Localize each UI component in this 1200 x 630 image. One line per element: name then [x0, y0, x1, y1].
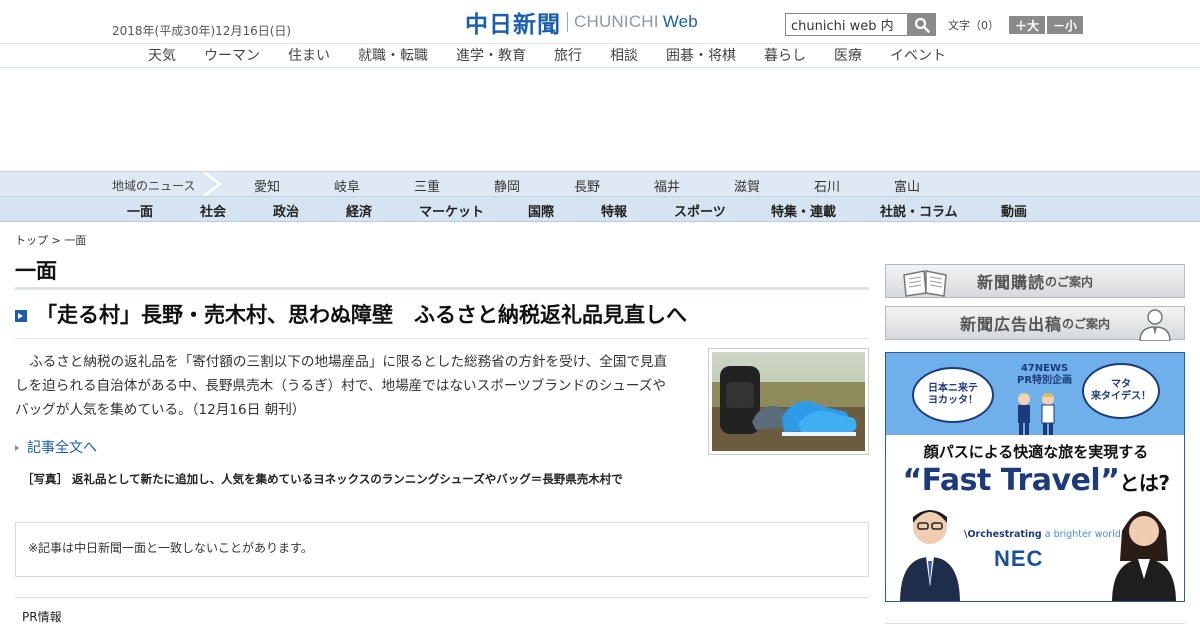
advertise-suffix: のご案内: [1062, 316, 1111, 331]
category-item[interactable]: 天気: [148, 45, 176, 65]
region-item[interactable]: 石川: [814, 176, 894, 195]
sidebar-divider: [885, 623, 1185, 624]
category-item[interactable]: 囲碁・将棋: [666, 45, 736, 65]
title-divider: [15, 287, 869, 290]
header-date: 2018年(平成30年)12月16日(日): [112, 24, 292, 38]
site-search: [785, 13, 936, 36]
region-item[interactable]: 三重: [414, 176, 494, 195]
article-photo[interactable]: [708, 348, 869, 455]
category-item[interactable]: 就職・転職: [358, 45, 428, 65]
advertise-label: 新聞広告出稿: [959, 315, 1062, 334]
advertise-button[interactable]: 新聞広告出稿 のご案内: [885, 306, 1185, 341]
category-item[interactable]: ウーマン: [204, 45, 260, 65]
search-input[interactable]: [785, 13, 907, 36]
region-item[interactable]: 岐阜: [334, 176, 414, 195]
man-portrait: [900, 510, 960, 601]
article-headline[interactable]: 「走る村」長野・売木村、思わぬ障壁 ふるさと納税返礼品見直しへ: [36, 299, 687, 329]
ad-headline: 顔パスによる快適な旅を実現する: [923, 443, 1149, 461]
breadcrumb-home[interactable]: トップ: [15, 234, 48, 247]
ad-tagline: \Orchestrating a brighter world: [964, 529, 1121, 540]
category-item[interactable]: イベント: [890, 45, 946, 65]
breadcrumb-separator: >: [48, 234, 65, 247]
headline-divider: [15, 338, 869, 339]
category-item[interactable]: 進学・教育: [456, 45, 526, 65]
logo-divider: [567, 12, 568, 32]
region-item[interactable]: 愛知: [254, 176, 334, 195]
article-lead: ふるさと納税の返礼品を「寄付額の三割以下の地場産品」に限るとした総務省の方針を受…: [15, 354, 668, 418]
photo-caption: ［写真］ 返礼品として新たに追加し、人気を集めているヨネックスのランニングシュー…: [22, 472, 623, 486]
pr-divider: [15, 597, 869, 598]
section-item[interactable]: 経済: [346, 201, 372, 220]
ad-brand: NEC: [994, 546, 1044, 571]
font-size-label: 文字（0）: [948, 19, 999, 32]
page-title: 一面: [15, 259, 57, 283]
region-item[interactable]: 福井: [654, 176, 734, 195]
section-item[interactable]: 社会: [200, 201, 226, 220]
article-note: ※記事は中日新聞一面と一致しないことがあります。: [15, 522, 869, 577]
search-button[interactable]: [907, 13, 936, 36]
section-item[interactable]: 国際: [528, 201, 554, 220]
category-item[interactable]: 相談: [610, 45, 638, 65]
region-arrow-icon: [203, 172, 223, 196]
region-label: 地域のニュース: [112, 179, 196, 193]
book-icon: [903, 270, 947, 297]
section-item[interactable]: マーケット: [419, 201, 484, 220]
ad-news-label: 47NEWS PR特別企画: [1017, 363, 1073, 386]
font-size-control: 文字（0） ＋大 －小: [948, 16, 1084, 34]
ad-bubble-left: 日本ニ来テ ヨカッタ！: [912, 367, 994, 423]
region-item[interactable]: 静岡: [494, 176, 574, 195]
shoes-and-bag-photo: [712, 352, 865, 451]
pr-heading: PR情報: [22, 610, 62, 624]
sidebar-ad[interactable]: 日本ニ来テ ヨカッタ！ マタ 来タイデス！ 47NEWS PR特別企画 顔パスによ…: [885, 352, 1185, 602]
section-item[interactable]: 政治: [273, 201, 299, 220]
font-larger-button[interactable]: ＋大: [1009, 16, 1046, 34]
section-item[interactable]: 特報: [601, 201, 627, 220]
font-smaller-button[interactable]: －小: [1047, 16, 1084, 34]
category-item[interactable]: 暮らし: [764, 45, 806, 65]
subscribe-button[interactable]: 新聞購読 のご案内: [885, 264, 1185, 298]
section-item[interactable]: スポーツ: [674, 201, 726, 220]
ad-title: “Fast Travel”とは?: [902, 463, 1170, 498]
section-item[interactable]: 特集・連載: [771, 201, 836, 220]
breadcrumb-current: 一面: [64, 234, 87, 247]
region-item[interactable]: 長野: [574, 176, 654, 195]
read-more-link[interactable]: 記事全文へ: [15, 437, 97, 457]
person-icon: [1139, 309, 1171, 341]
search-icon: [914, 17, 930, 33]
logo-english: CHUNICHI Web: [574, 12, 698, 31]
woman-portrait: [1112, 511, 1176, 601]
region-item[interactable]: 滋賀: [734, 176, 814, 195]
logo-japanese: 中日新聞: [465, 12, 561, 38]
region-nav: 地域のニュース 愛知 岐阜 三重 静岡 長野 福井 滋賀 石川 富山: [0, 171, 1200, 197]
subscribe-label: 新聞購読: [976, 273, 1045, 292]
travelers-illustration: [1018, 393, 1055, 435]
headline-arrow-icon: [15, 310, 27, 322]
site-header: 2018年(平成30年)12月16日(日) 中日新聞 CHUNICHIWeb 文…: [0, 0, 1200, 43]
category-item[interactable]: 医療: [834, 45, 862, 65]
breadcrumb: トップ > 一面: [15, 232, 86, 248]
section-item[interactable]: 一面: [127, 201, 153, 220]
triangle-right-icon: [15, 445, 19, 451]
subscribe-suffix: のご案内: [1045, 274, 1094, 289]
section-nav: 一面 社会 政治 経済 マーケット 国際 特報 スポーツ 特集・連載 社説・コラム 動画: [0, 197, 1200, 222]
read-more-label: 記事全文へ: [27, 440, 97, 456]
region-item[interactable]: 富山: [894, 176, 974, 195]
category-item[interactable]: 旅行: [554, 45, 582, 65]
logo-web: Web: [662, 12, 698, 31]
site-logo[interactable]: 中日新聞 CHUNICHI Web: [465, 8, 698, 38]
top-ad-space: [0, 68, 1200, 171]
category-item[interactable]: 住まい: [288, 45, 330, 65]
section-item[interactable]: 社説・コラム: [880, 201, 958, 220]
category-nav: 天気 ウーマン 住まい 就職・転職 進学・教育 旅行 相談 囲碁・将棋 暮らし 医療 イベント: [0, 43, 1200, 68]
section-item[interactable]: 動画: [1001, 201, 1027, 220]
ad-bubble-right: マタ 来タイデス！: [1082, 363, 1160, 419]
